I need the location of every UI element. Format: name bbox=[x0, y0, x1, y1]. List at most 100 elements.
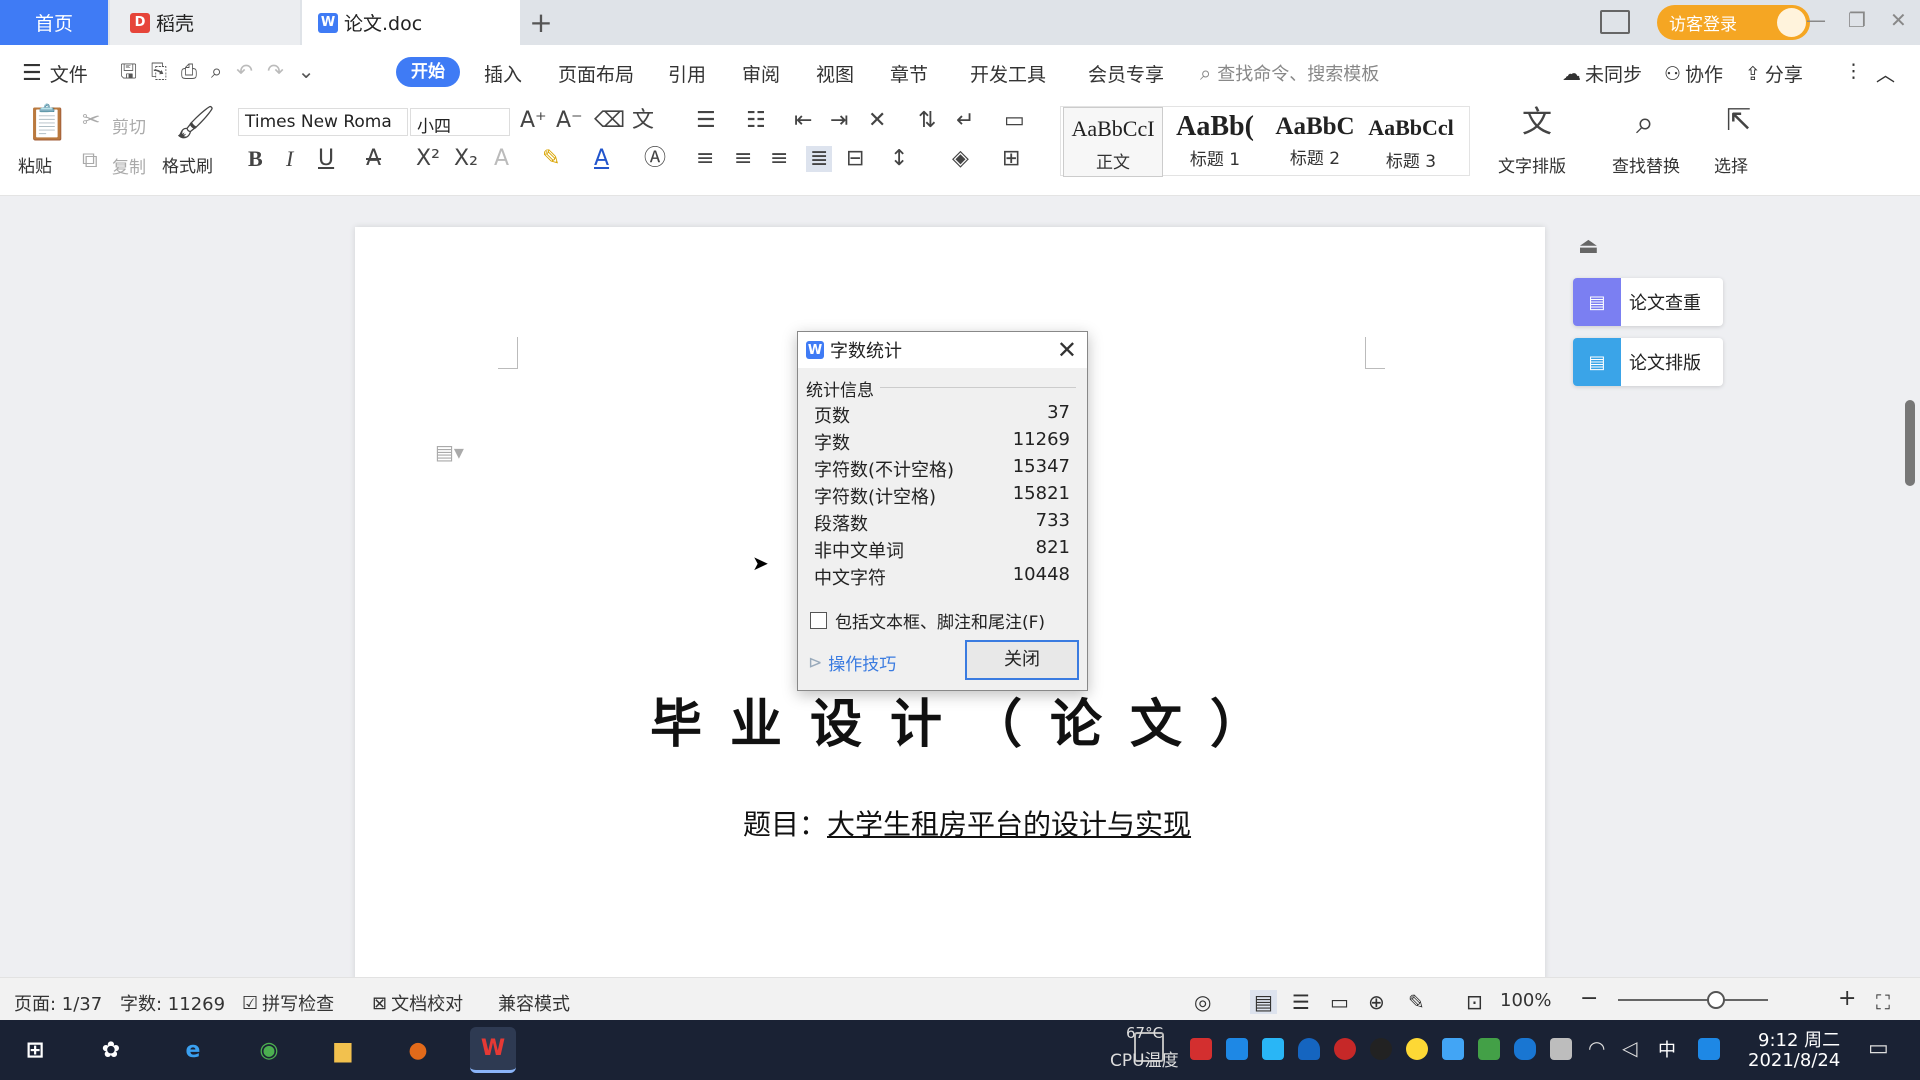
format-painter-icon[interactable]: 🖌 bbox=[175, 106, 216, 138]
more-icon[interactable]: ⋮ bbox=[1844, 60, 1863, 82]
sort-icon[interactable]: ⇅ bbox=[918, 110, 936, 132]
ruler-icon[interactable]: ▭ bbox=[1004, 110, 1025, 132]
zoom-level[interactable]: 100% bbox=[1500, 990, 1551, 1011]
login-button[interactable]: 访客登录 bbox=[1657, 5, 1810, 40]
select-cursor-icon[interactable]: ⇱ bbox=[1726, 106, 1751, 136]
paste-icon[interactable]: 📋 bbox=[26, 106, 68, 140]
command-search[interactable]: ⌕ 查找命令、搜索模板 bbox=[1200, 60, 1379, 86]
restore-icon[interactable]: ❐ bbox=[1848, 8, 1866, 32]
tab-home[interactable]: 首页 bbox=[0, 0, 108, 45]
ime-indicator[interactable]: 中 bbox=[1658, 1036, 1676, 1062]
distributed-icon[interactable]: ⊟ bbox=[846, 148, 864, 170]
grow-font-icon[interactable]: A⁺ bbox=[520, 110, 547, 132]
clear-format-icon[interactable]: ⌫ bbox=[594, 110, 625, 132]
menu-insert[interactable]: 插入 bbox=[484, 60, 522, 87]
style-heading-2[interactable]: AaBbC 标题 2 bbox=[1265, 107, 1365, 177]
paste-button[interactable]: 粘贴 bbox=[18, 152, 52, 177]
text-layout-button[interactable]: 文字排版 bbox=[1498, 152, 1566, 177]
menu-review[interactable]: 审阅 bbox=[742, 60, 780, 87]
tray-app-icon[interactable] bbox=[1334, 1038, 1356, 1060]
page-indicator[interactable]: 页面: 1/37 bbox=[14, 990, 102, 1016]
align-right-icon[interactable]: ≡ bbox=[770, 148, 788, 170]
notification-icon[interactable]: ▭ bbox=[1868, 1036, 1889, 1061]
copy-icon[interactable]: ⧉ bbox=[82, 150, 98, 172]
media-app-icon[interactable]: ● bbox=[395, 1027, 441, 1073]
tab-document[interactable]: W 论文.doc bbox=[302, 0, 520, 45]
align-center-icon[interactable]: ≡ bbox=[734, 148, 752, 170]
numbering-icon[interactable]: ☷ bbox=[746, 110, 766, 132]
find-replace-button[interactable]: 查找替换 bbox=[1612, 152, 1680, 177]
save-icon[interactable]: 🖫 bbox=[120, 59, 151, 83]
highlight-icon[interactable]: ✎ bbox=[542, 148, 560, 170]
strikethrough-icon[interactable]: A bbox=[366, 148, 381, 170]
borders-icon[interactable]: ⊞ bbox=[1002, 148, 1020, 170]
file-explorer-icon[interactable]: ▆ bbox=[320, 1027, 366, 1073]
italic-icon[interactable]: I bbox=[286, 148, 293, 170]
menu-start[interactable]: 开始 bbox=[396, 57, 460, 87]
nvidia-icon[interactable] bbox=[1478, 1038, 1500, 1060]
checkbox-box[interactable] bbox=[810, 612, 827, 629]
thesis-check-button[interactable]: ▤ 论文查重 bbox=[1573, 278, 1723, 326]
vertical-scrollbar-thumb[interactable] bbox=[1905, 400, 1915, 486]
subscript-icon[interactable]: X₂ bbox=[454, 148, 478, 170]
clock-date[interactable]: 2021/8/24 bbox=[1748, 1050, 1840, 1071]
proofread-button[interactable]: ⊠ 文档校对 bbox=[372, 990, 463, 1016]
zoom-out-icon[interactable]: − bbox=[1580, 986, 1598, 1011]
increase-indent-icon[interactable]: ⇥ bbox=[830, 110, 848, 132]
menu-page-layout[interactable]: 页面布局 bbox=[558, 60, 634, 87]
select-button[interactable]: 选择 bbox=[1714, 152, 1748, 177]
tray-app-icon[interactable] bbox=[1442, 1038, 1464, 1060]
zoom-slider-track[interactable] bbox=[1618, 999, 1768, 1001]
cut-button[interactable]: 剪切 bbox=[112, 113, 146, 138]
start-menu-icon[interactable]: ⊞ bbox=[12, 1027, 58, 1073]
new-tab-button[interactable]: + bbox=[526, 0, 556, 45]
tray-app-icon[interactable] bbox=[1698, 1038, 1720, 1060]
shading-icon[interactable]: ◈ bbox=[952, 148, 969, 170]
font-color-icon[interactable]: A bbox=[594, 148, 609, 170]
decrease-indent-icon[interactable]: ⇤ bbox=[794, 110, 812, 132]
collaborate-button[interactable]: ⚇ 协作 bbox=[1664, 60, 1723, 87]
menu-references[interactable]: 引用 bbox=[668, 60, 706, 87]
file-menu[interactable]: ☰ 文件 bbox=[22, 60, 88, 87]
style-heading-1[interactable]: AaBb( 标题 1 bbox=[1165, 107, 1265, 177]
write-mode-icon[interactable]: ✎ bbox=[1408, 990, 1425, 1014]
line-spacing-icon[interactable]: ↕ bbox=[890, 148, 908, 170]
print-preview-icon[interactable]: ⌕ bbox=[211, 59, 236, 83]
outline-view-icon[interactable]: ☰ bbox=[1292, 990, 1310, 1014]
browser-360-icon[interactable]: ◉ bbox=[246, 1027, 292, 1073]
layout-switch-icon[interactable] bbox=[1600, 10, 1630, 34]
tray-app-icon[interactable] bbox=[1190, 1038, 1212, 1060]
phonetic-guide-icon[interactable]: 文 bbox=[632, 110, 654, 132]
thesis-format-button[interactable]: ▤ 论文排版 bbox=[1573, 338, 1723, 386]
print-icon[interactable]: ⎙ bbox=[181, 59, 211, 83]
wifi-icon[interactable]: ◠ bbox=[1588, 1036, 1605, 1060]
dialog-close-button[interactable]: 关闭 bbox=[965, 640, 1079, 680]
chinese-layout-icon[interactable]: ✕ bbox=[868, 110, 886, 132]
underline-icon[interactable]: U bbox=[318, 148, 334, 170]
collapse-ribbon-icon[interactable]: ︿ bbox=[1876, 60, 1895, 87]
fullscreen-icon[interactable]: ⛶ bbox=[1876, 990, 1890, 1014]
tray-app-icon[interactable] bbox=[1262, 1038, 1284, 1060]
volume-icon[interactable]: ◁ bbox=[1622, 1036, 1637, 1060]
bluetooth-icon[interactable] bbox=[1514, 1038, 1536, 1060]
include-textbox-checkbox[interactable]: 包括文本框、脚注和尾注(F) bbox=[810, 608, 1045, 633]
align-left-icon[interactable]: ≡ bbox=[696, 148, 714, 170]
paste-options-icon[interactable]: ▤▾ bbox=[435, 440, 464, 464]
font-size-select[interactable]: 小四 bbox=[410, 108, 510, 137]
shrink-font-icon[interactable]: A⁻ bbox=[556, 110, 583, 132]
format-painter-button[interactable]: 格式刷 bbox=[162, 152, 213, 177]
dialog-close-icon[interactable]: ✕ bbox=[1057, 336, 1077, 364]
share-button[interactable]: ⇪ 分享 bbox=[1745, 60, 1803, 87]
spell-check-button[interactable]: ☑ 拼写检查 bbox=[242, 990, 334, 1016]
menu-chapter[interactable]: 章节 bbox=[890, 60, 928, 87]
close-window-icon[interactable]: ✕ bbox=[1890, 8, 1907, 32]
menu-member[interactable]: 会员专享 bbox=[1088, 60, 1164, 87]
tab-daoke[interactable]: D 稻壳 bbox=[110, 0, 300, 45]
style-heading-3[interactable]: AaBbCcl 标题 3 bbox=[1361, 107, 1461, 177]
ie-browser-icon[interactable]: e bbox=[170, 1027, 216, 1073]
web-view-icon[interactable]: ⊕ bbox=[1368, 990, 1385, 1014]
char-border-icon[interactable]: Ⓐ bbox=[644, 148, 666, 170]
tray-app-icon[interactable] bbox=[1226, 1038, 1248, 1060]
menu-view[interactable]: 视图 bbox=[816, 60, 854, 87]
fit-page-icon[interactable]: ⊡ bbox=[1466, 990, 1483, 1014]
